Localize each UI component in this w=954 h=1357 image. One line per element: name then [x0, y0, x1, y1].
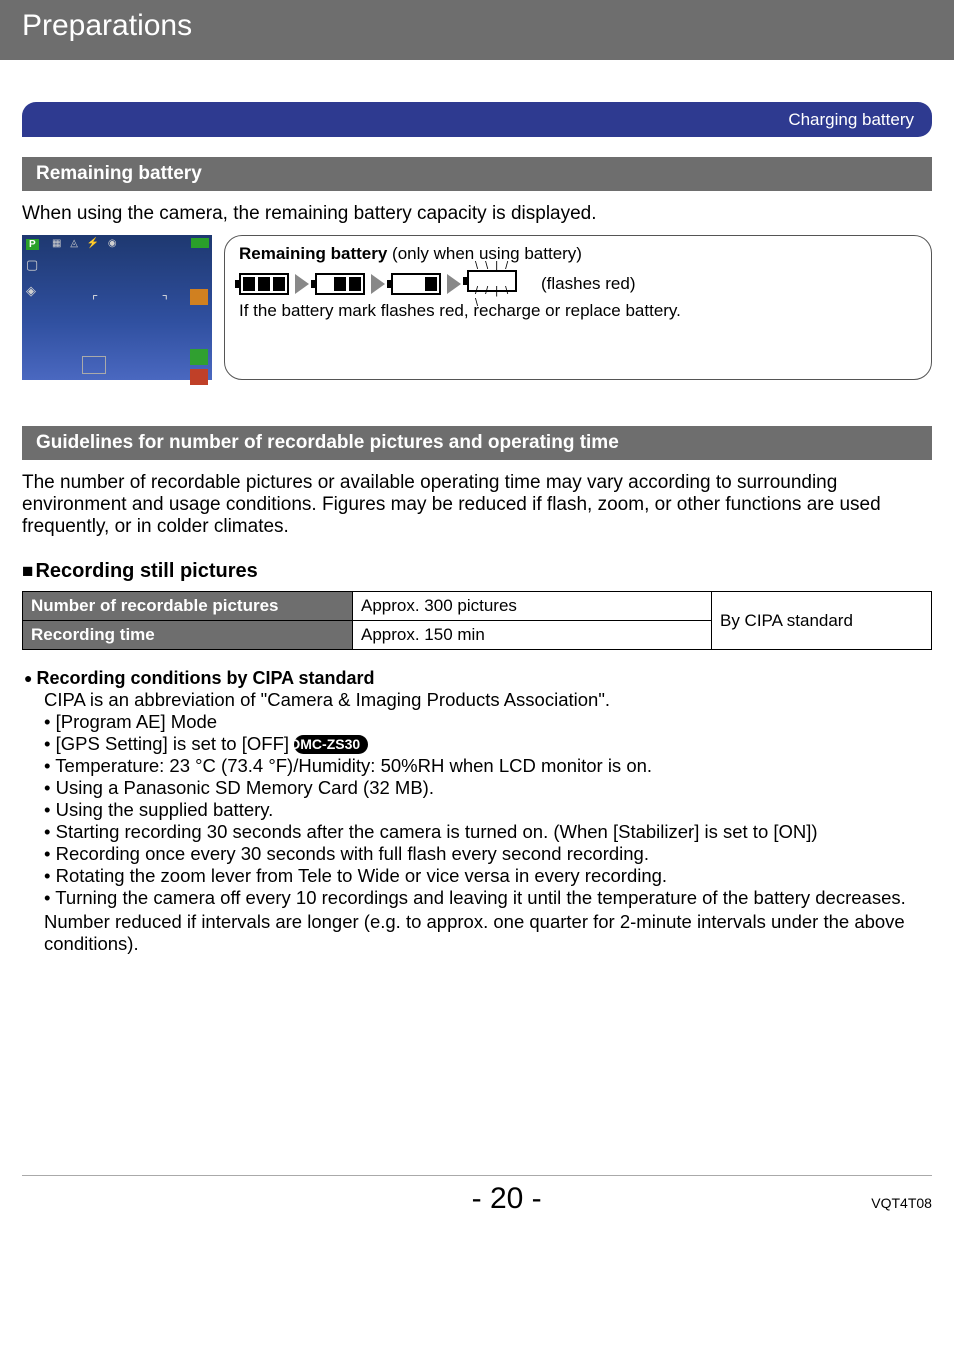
list-item: Using the supplied battery. [56, 799, 932, 821]
list-item-text: [GPS Setting] is set to [OFF] [56, 733, 295, 754]
still-pictures-heading-text: Recording still pictures [35, 560, 257, 582]
card-icon [82, 356, 106, 374]
list-item: Rotating the zoom lever from Tele to Wid… [56, 865, 932, 887]
list-item: Temperature: 23 °C (73.4 °F)/Humidity: 5… [56, 755, 932, 777]
callout-title: Remaining battery (only when using batte… [239, 244, 919, 264]
filled-circle-icon: ● [24, 670, 32, 686]
table-row: Number of recordable pictures Approx. 30… [23, 592, 932, 621]
cipa-abbrev-line: CIPA is an abbreviation of "Camera & Ima… [44, 689, 932, 711]
table-cell: Approx. 150 min [353, 621, 712, 650]
filled-square-icon: ■ [22, 561, 33, 582]
list-item: [GPS Setting] is set to [OFF] DMC-ZS30 [56, 733, 932, 755]
subsection-guidelines: Guidelines for number of recordable pict… [22, 426, 932, 460]
still-pictures-heading: ■Recording still pictures [22, 560, 932, 583]
subsection-remaining-battery: Remaining battery [22, 157, 932, 191]
cipa-followup-note: Number reduced if intervals are longer (… [44, 911, 932, 955]
page-content: Charging battery Remaining battery When … [0, 102, 954, 1276]
document-code: VQT4T08 [871, 1195, 932, 1211]
page-number: - 20 - [472, 1182, 542, 1216]
table-cell: Approx. 300 pictures [353, 592, 712, 621]
subsection-title: Remaining battery [36, 163, 202, 184]
arrow-icon [295, 274, 309, 294]
callout-title-bold: Remaining battery [239, 244, 387, 263]
battery-full-icon [239, 273, 289, 295]
table-header-cell: Number of recordable pictures [23, 592, 353, 621]
battery-row: P ▦ ◬ ⚡ ◉ ▢◈ ⌜ ⌝ Remaining battery (only… [22, 235, 932, 380]
table-header-cell: Recording time [23, 621, 353, 650]
battery-two-thirds-icon [315, 273, 365, 295]
topic-ribbon-label: Charging battery [788, 110, 914, 130]
section-header-title: Preparations [22, 9, 192, 43]
battery-level-sequence: \ \ | / / / / | \ \ (flashes red) [239, 270, 919, 297]
flashes-red-label: (flashes red) [541, 274, 635, 294]
left-status-icons: ▢◈ [26, 257, 38, 299]
page-footer: - 20 - VQT4T08 [22, 1175, 932, 1216]
guidelines-paragraph: The number of recordable pictures or ava… [22, 472, 932, 538]
camera-lcd-thumbnail: P ▦ ◬ ⚡ ◉ ▢◈ ⌜ ⌝ [22, 235, 212, 380]
list-item: Recording once every 30 seconds with ful… [56, 843, 932, 865]
subsection-title: Guidelines for number of recordable pict… [36, 432, 619, 453]
mode-p-icon: P [26, 239, 39, 250]
callout-note: If the battery mark flashes red, recharg… [239, 301, 919, 321]
cipa-heading-text: Recording conditions by CIPA standard [36, 668, 374, 688]
status-badge-icon [190, 289, 208, 305]
topic-ribbon: Charging battery [22, 102, 932, 137]
cipa-conditions-list: [Program AE] Mode [GPS Setting] is set t… [44, 711, 932, 909]
list-item: Starting recording 30 seconds after the … [56, 821, 932, 843]
af-bracket-icon: ⌜ ⌝ [92, 293, 198, 309]
top-status-icons: ▦ ◬ ⚡ ◉ [52, 238, 120, 249]
battery-one-third-icon [391, 273, 441, 295]
battery-indicator-icon [191, 238, 209, 248]
list-item: [Program AE] Mode [56, 711, 932, 733]
status-badge-icon [190, 349, 208, 365]
status-badge-icon [190, 369, 208, 385]
remaining-battery-intro: When using the camera, the remaining bat… [22, 203, 932, 225]
cipa-conditions-heading: ●Recording conditions by CIPA standard [24, 668, 932, 689]
table-cell-standard: By CIPA standard [712, 592, 932, 650]
battery-callout: Remaining battery (only when using batte… [224, 235, 932, 380]
list-item: Using a Panasonic SD Memory Card (32 MB)… [56, 777, 932, 799]
battery-empty-flashing-icon: \ \ | / / / / | \ \ [467, 270, 517, 297]
arrow-icon [447, 274, 461, 294]
list-item: Turning the camera off every 10 recordin… [56, 887, 932, 909]
section-header: Preparations [0, 0, 954, 60]
model-badge: DMC-ZS30 [294, 735, 368, 754]
recording-table: Number of recordable pictures Approx. 30… [22, 591, 932, 650]
right-status-icons [190, 289, 208, 385]
arrow-icon [371, 274, 385, 294]
